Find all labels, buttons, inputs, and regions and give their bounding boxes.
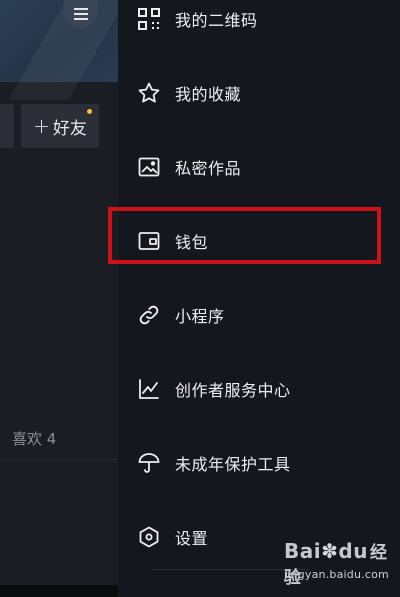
qr-code-icon	[137, 7, 161, 31]
add-friend-button[interactable]: + 好友	[21, 104, 99, 148]
profile-header-banner	[0, 0, 118, 100]
banner-decoration	[8, 0, 118, 100]
paw-icon: ✽	[321, 539, 339, 563]
link-icon	[137, 303, 161, 327]
menu-item-label: 设置	[175, 529, 209, 548]
menu-item-label: 未成年保护工具	[175, 455, 291, 474]
add-friend-label: 好友	[52, 118, 87, 139]
menu-item-label: 我的二维码	[175, 11, 258, 30]
plus-icon: +	[33, 114, 50, 138]
watermark-url: jingyan.baidu.com	[284, 568, 389, 581]
umbrella-icon	[137, 451, 161, 475]
menu-item-creator-center[interactable]: 创作者服务中心	[118, 364, 400, 414]
bottom-bar	[0, 585, 118, 597]
tab-likes[interactable]: 喜欢 4	[12, 428, 56, 449]
side-drawer: 我的二维码 我的收藏 私密作品 钱包 小程序 创作者服务中心 未成年保护工具 设…	[118, 0, 400, 597]
profile-background-pane: + 好友 喜欢 4	[0, 0, 118, 597]
baidu-jingyan-watermark: Bai✽du 经验 jingyan.baidu.com	[284, 538, 394, 594]
divider	[0, 459, 118, 460]
menu-item-label: 我的收藏	[175, 85, 242, 104]
menu-item-private-works[interactable]: 私密作品	[118, 142, 400, 192]
hamburger-icon	[74, 13, 88, 15]
private-works-icon	[137, 155, 161, 179]
menu-item-minor-protection[interactable]: 未成年保护工具	[118, 438, 400, 488]
menu-item-favorites[interactable]: 我的收藏	[118, 68, 400, 118]
menu-item-label: 创作者服务中心	[175, 381, 291, 400]
star-icon	[137, 81, 161, 105]
menu-item-qr-code[interactable]: 我的二维码	[118, 0, 400, 44]
menu-item-mini-programs[interactable]: 小程序	[118, 290, 400, 340]
chart-icon	[137, 377, 161, 401]
notification-dot	[87, 109, 92, 114]
edit-profile-button-partial[interactable]	[0, 104, 14, 148]
menu-item-label: 小程序	[175, 307, 225, 326]
settings-hexagon-icon	[137, 525, 161, 549]
menu-item-label: 私密作品	[175, 159, 242, 178]
annotation-highlight-box	[108, 207, 381, 264]
